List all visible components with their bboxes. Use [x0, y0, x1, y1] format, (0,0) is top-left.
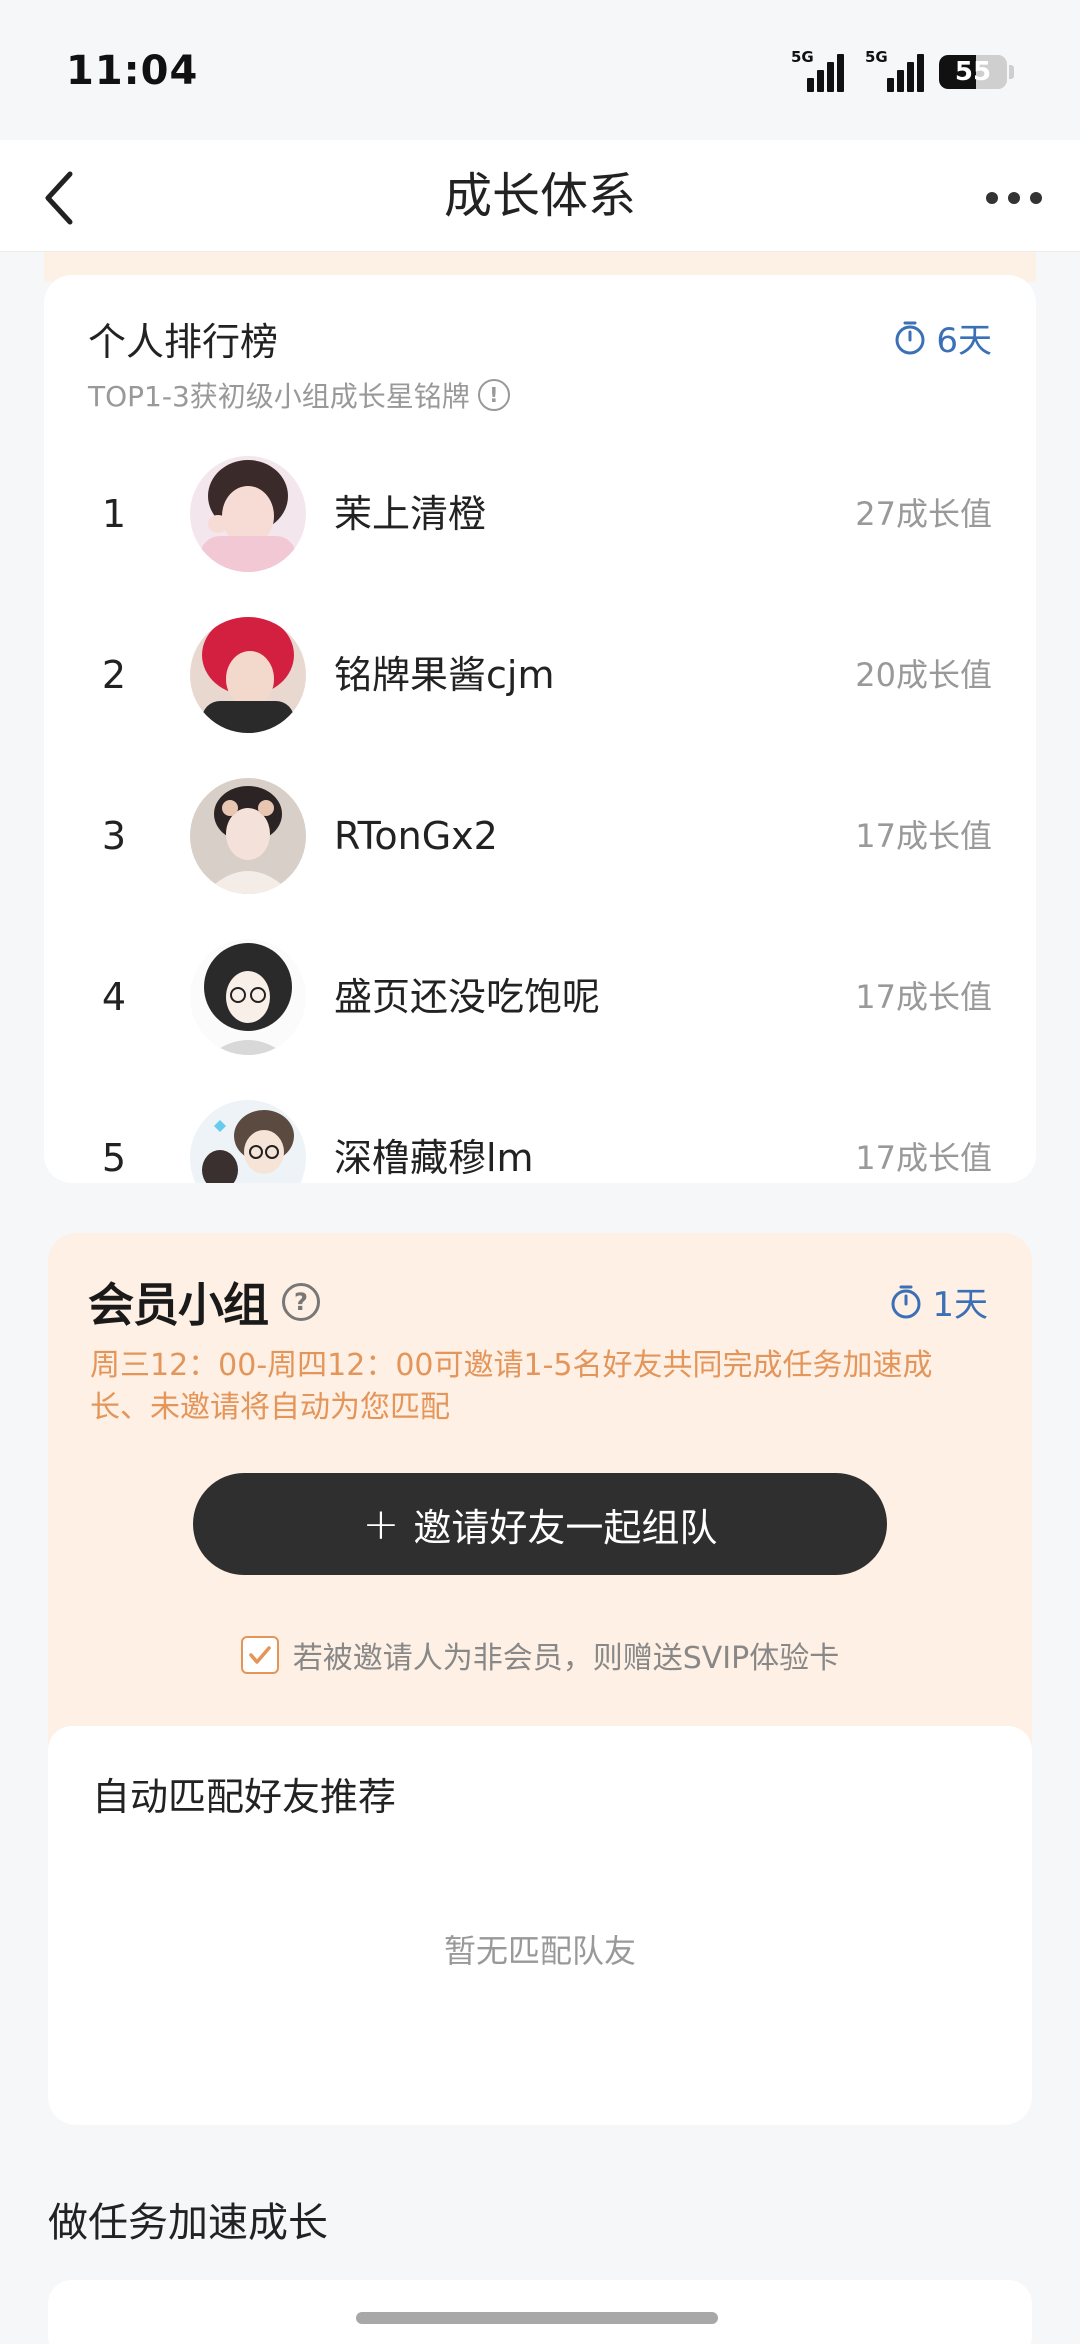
gift-text: 若被邀请人为非会员，则赠送SVIP体验卡 — [292, 1641, 840, 1676]
signal-icon-2: 5G — [859, 48, 924, 92]
help-icon[interactable]: ? — [282, 1283, 320, 1321]
leaderboard-timer-text: 6天 — [936, 321, 992, 361]
check-icon — [248, 1646, 271, 1664]
leaderboard-row[interactable]: 3 RTonGx2 17成长值 — [44, 776, 1036, 896]
rank-name: 深橹藏穆lm — [334, 1136, 534, 1180]
avatar[interactable] — [190, 617, 306, 733]
info-icon[interactable]: ! — [477, 379, 510, 411]
timer-icon — [891, 1285, 921, 1318]
leaderboard-row[interactable]: 1 茉上清橙 27成长值 — [44, 454, 1036, 574]
chevron-left-icon — [45, 171, 73, 225]
leaderboard-title: 个人排行榜 — [88, 320, 279, 364]
group-title-row: 会员小组 ? — [88, 1269, 320, 1335]
leaderboard-subtitle: TOP1-3获初级小组成长星铭牌 ! — [88, 375, 510, 415]
auto-match-card: 自动匹配好友推荐 暂无匹配队友 — [48, 1726, 1032, 2125]
auto-match-title: 自动匹配好友推荐 — [92, 1775, 397, 1819]
rank-number: 4 — [101, 975, 127, 1019]
battery-level: 55 — [954, 57, 992, 87]
rank-score: 27成长值 — [855, 495, 992, 533]
rank-number: 5 — [101, 1136, 127, 1180]
page-title: 成长体系 — [443, 168, 636, 224]
more-dot-icon — [1030, 192, 1042, 204]
status-bar: 11:04 5G 5G 55 — [0, 0, 1080, 140]
status-time: 11:04 — [66, 48, 199, 94]
rank-score: 17成长值 — [855, 817, 992, 855]
rank-score: 20成长值 — [855, 656, 992, 694]
rank-score: 17成长值 — [855, 978, 992, 1016]
group-description: 周三12：00-周四12：00可邀请1-5名好友共同完成任务加速成长、未邀请将自… — [90, 1348, 933, 1425]
back-button[interactable] — [30, 168, 90, 228]
invite-button-label: 邀请好友一起组队 — [413, 1505, 718, 1550]
plus-icon: + — [362, 1498, 400, 1550]
leaderboard-row[interactable]: 4 盛页还没吃饱呢 17成长值 — [44, 937, 1036, 1057]
rank-name: 铭牌果酱cjm — [334, 653, 555, 697]
rank-number: 3 — [101, 814, 127, 858]
network-type-label-2: 5G — [865, 48, 888, 66]
leaderboard-subtitle-text: TOP1-3获初级小组成长星铭牌 — [88, 380, 470, 413]
status-icons: 5G 5G 55 — [791, 48, 1014, 92]
rank-number: 1 — [101, 492, 127, 536]
avatar[interactable] — [190, 939, 306, 1055]
rank-name: RTonGx2 — [334, 814, 498, 858]
group-title: 会员小组 — [88, 1278, 269, 1332]
battery-icon: 55 — [939, 55, 1007, 89]
leaderboard-timer: 6天 — [892, 313, 992, 362]
group-timer-text: 1天 — [932, 1285, 988, 1325]
battery-tip — [1009, 65, 1014, 79]
leaderboard-row[interactable]: 5 深橹藏穆lm 17成长值 — [44, 1098, 1036, 1183]
leaderboard-row[interactable]: 2 铭牌果酱cjm 20成长值 — [44, 615, 1036, 735]
tasks-section-title: 做任务加速成长 — [48, 2200, 328, 2246]
rank-name: 盛页还没吃饱呢 — [334, 975, 601, 1019]
member-group-card: 会员小组 ? 1天 周三12：00-周四12：00可邀请1-5名好友共同完成任务… — [48, 1233, 1032, 2125]
rank-name: 茉上清橙 — [334, 492, 487, 536]
rank-score: 17成长值 — [855, 1139, 992, 1177]
nav-bar: 成长体系 — [0, 140, 1080, 252]
home-indicator[interactable] — [356, 2312, 718, 2324]
invite-friends-button[interactable]: + 邀请好友一起组队 — [193, 1473, 887, 1575]
rank-number: 2 — [101, 653, 127, 697]
gift-checkbox[interactable] — [240, 1636, 279, 1674]
leaderboard-card: 个人排行榜 6天 TOP1-3获初级小组成长星铭牌 ! 1 茉上清橙 27成长值… — [44, 275, 1036, 1183]
avatar[interactable] — [190, 778, 306, 894]
avatar[interactable] — [190, 1100, 306, 1183]
auto-match-empty-text: 暂无匹配队友 — [443, 1932, 636, 1970]
timer-icon — [895, 321, 925, 354]
avatar[interactable] — [190, 456, 306, 572]
signal-icon: 5G — [791, 48, 844, 92]
more-dot-icon — [1008, 192, 1020, 204]
gift-option-row: 若被邀请人为非会员，则赠送SVIP体验卡 — [48, 1633, 1032, 1677]
group-timer: 1天 — [888, 1277, 988, 1326]
more-dot-icon — [986, 192, 998, 204]
more-button[interactable] — [974, 168, 1054, 228]
network-type-label: 5G — [791, 48, 814, 66]
